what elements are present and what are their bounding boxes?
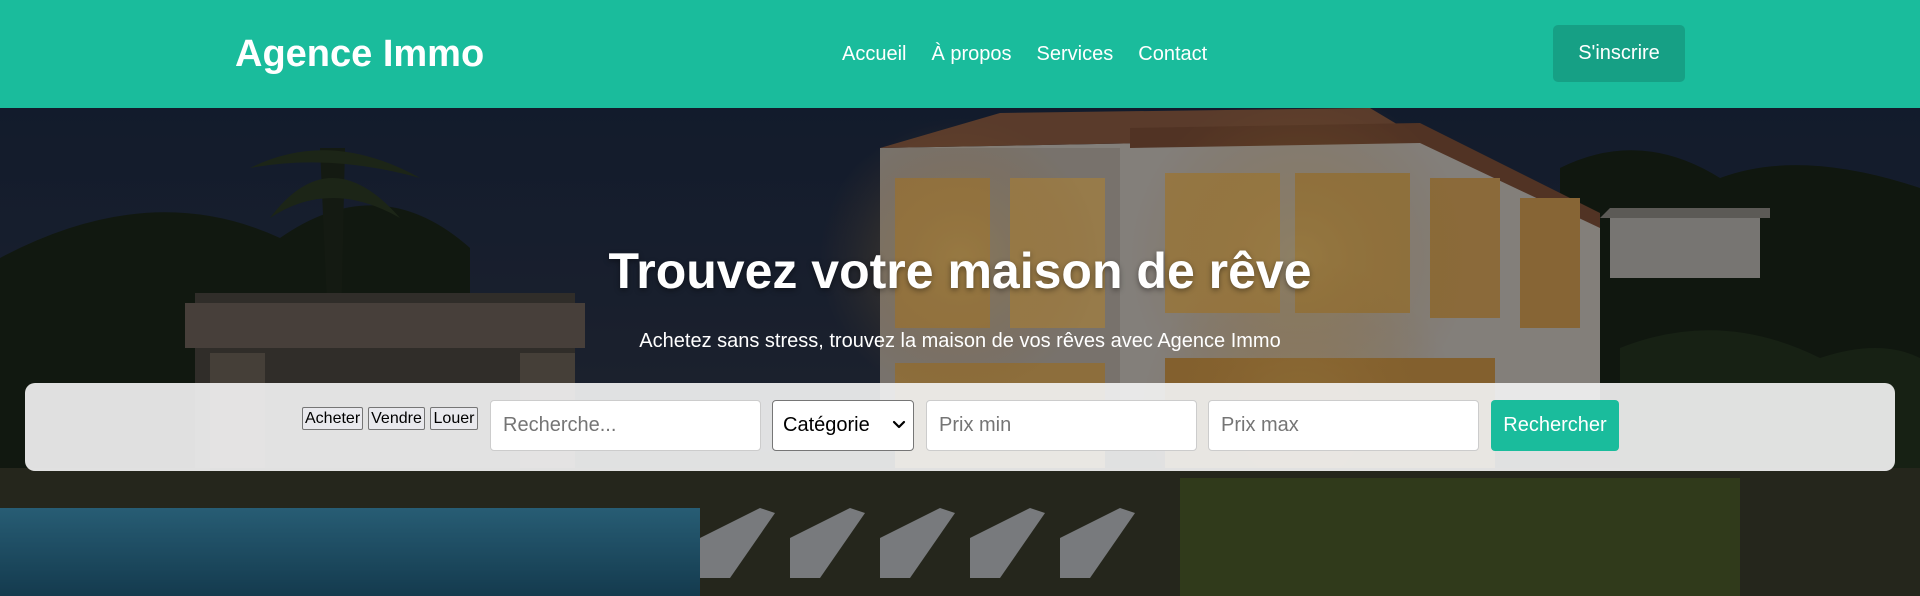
nav-link-a-propos[interactable]: À propos [931,40,1011,68]
hero-subtitle: Achetez sans stress, trouvez la maison d… [639,330,1281,352]
category-select[interactable]: Catégorie [772,400,914,451]
hero-section: Trouvez votre maison de rêve Achetez san… [0,108,1920,596]
site-header: Agence Immo Accueil À propos Services Co… [0,0,1920,108]
search-panel: Acheter Vendre Louer Catégorie Recherche… [25,383,1895,471]
site-logo[interactable]: Agence Immo [235,32,484,76]
signup-button[interactable]: S'inscrire [1553,25,1685,82]
nav-link-services[interactable]: Services [1037,40,1114,68]
price-min-input[interactable] [926,400,1197,451]
tab-acheter[interactable]: Acheter [302,407,363,430]
search-input[interactable] [490,400,761,451]
hero-title: Trouvez votre maison de rêve [608,243,1312,299]
category-select-value: Catégorie [783,414,870,436]
main-nav: Accueil À propos Services Contact [842,40,1207,68]
price-max-input[interactable] [1208,400,1479,451]
tab-vendre[interactable]: Vendre [368,407,425,430]
search-submit-button[interactable]: Rechercher [1491,400,1619,451]
tab-louer[interactable]: Louer [430,407,478,430]
nav-link-contact[interactable]: Contact [1138,40,1207,68]
nav-link-accueil[interactable]: Accueil [842,40,906,68]
